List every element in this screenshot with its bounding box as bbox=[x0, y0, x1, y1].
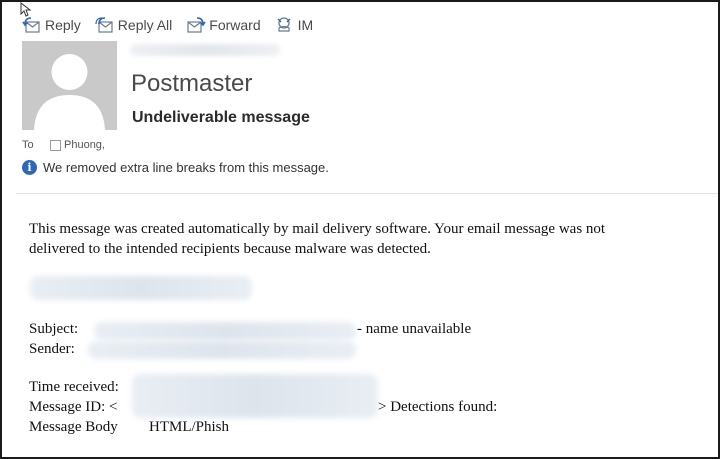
reply-all-icon bbox=[95, 17, 113, 33]
header-divider bbox=[16, 193, 718, 194]
subject-label: Subject: bbox=[29, 321, 79, 337]
body-line-1: This message was created automatically b… bbox=[29, 221, 606, 237]
reply-icon bbox=[22, 17, 40, 33]
info-icon: i bbox=[22, 160, 37, 175]
forward-label: Forward bbox=[209, 17, 261, 33]
subject-suffix: - name unavailable bbox=[357, 321, 472, 337]
instant-message-icon bbox=[277, 17, 291, 32]
message-subject: Undeliverable message bbox=[132, 109, 310, 126]
body-line-2: delivered to the intended recipients bec… bbox=[29, 241, 431, 257]
to-label: To bbox=[22, 139, 34, 151]
to-row: To Phuong, bbox=[22, 139, 105, 151]
sender-label: Sender: bbox=[29, 341, 75, 357]
time-received-label: Time received: bbox=[29, 379, 119, 395]
email-reading-pane: Reply Reply All Forward IM Postmaster Un… bbox=[0, 0, 720, 459]
info-text[interactable]: We removed extra line breaks from this m… bbox=[43, 160, 329, 175]
message-body-label: Message Body bbox=[29, 419, 118, 435]
message-toolbar: Reply Reply All Forward IM bbox=[22, 12, 313, 38]
recipient-checkbox[interactable] bbox=[50, 139, 61, 151]
im-label: IM bbox=[297, 17, 314, 33]
sender-name: Postmaster bbox=[131, 70, 253, 97]
person-placeholder-icon bbox=[34, 54, 105, 130]
reply-all-label: Reply All bbox=[117, 17, 173, 33]
detections-label: > Detections found: bbox=[378, 399, 498, 415]
im-button[interactable]: IM bbox=[275, 16, 314, 34]
avatar bbox=[22, 41, 117, 130]
info-bar: i We removed extra line breaks from this… bbox=[22, 160, 329, 175]
reply-all-button[interactable]: Reply All bbox=[95, 16, 172, 34]
forward-button[interactable]: Forward bbox=[186, 16, 261, 34]
forward-icon bbox=[187, 17, 206, 33]
redacted-sender-address bbox=[130, 44, 280, 56]
redacted-time-and-id bbox=[132, 374, 378, 418]
message-body-value: HTML/Phish bbox=[149, 419, 230, 435]
message-id-label: Message ID: < bbox=[29, 399, 118, 415]
reply-label: Reply bbox=[45, 17, 81, 33]
recipient-name[interactable]: Phuong, bbox=[64, 139, 105, 151]
redacted-subject bbox=[94, 322, 356, 340]
reply-button[interactable]: Reply bbox=[22, 16, 81, 34]
redacted-sender bbox=[88, 341, 356, 359]
redacted-recipient bbox=[30, 276, 252, 300]
